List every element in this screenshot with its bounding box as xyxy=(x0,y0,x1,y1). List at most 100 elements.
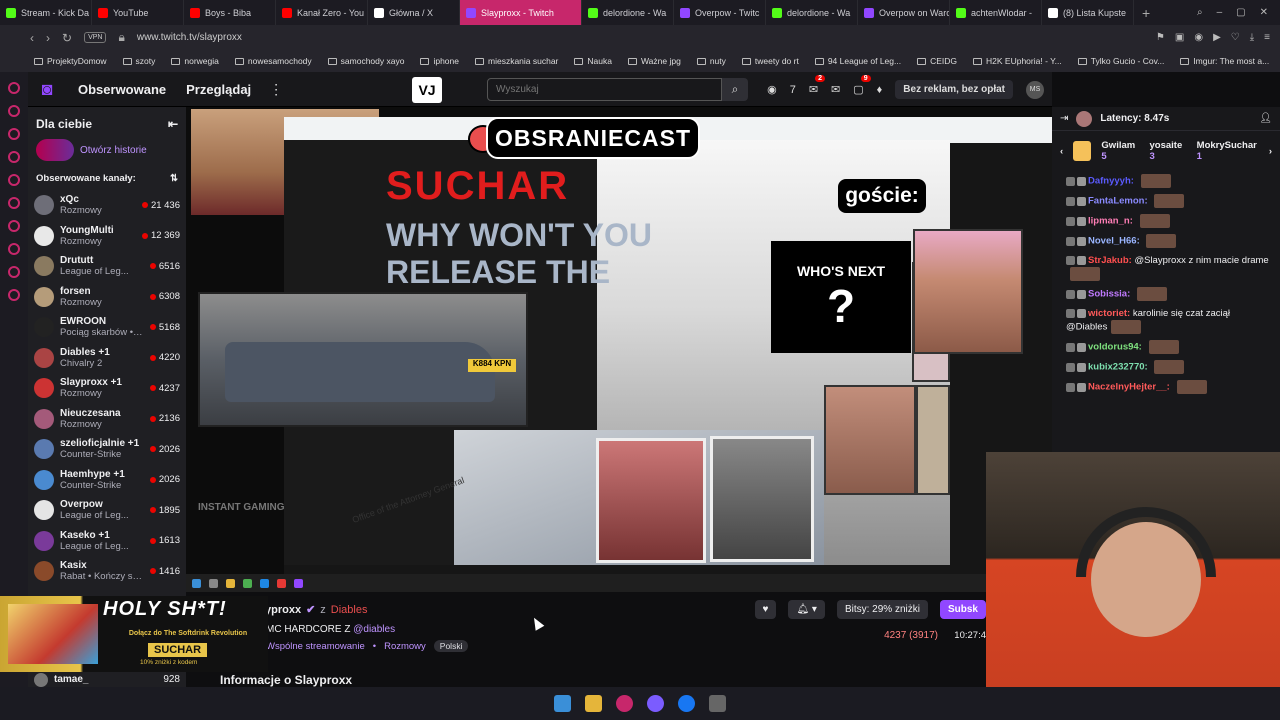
facebook-icon[interactable] xyxy=(678,695,695,712)
browser-tab[interactable]: Slayproxx - Twitch xyxy=(460,0,582,25)
collapse-sidebar-icon[interactable]: ⇤ xyxy=(168,117,178,131)
windows-start-icon[interactable] xyxy=(554,695,571,712)
screenshot-icon[interactable]: ▣ xyxy=(1175,32,1184,43)
bot-icon[interactable]: ◉ xyxy=(767,83,777,96)
bookmark-item[interactable]: norwegia xyxy=(171,56,219,66)
browser-tab[interactable]: Kanał Zero - You xyxy=(276,0,368,25)
title-mention[interactable]: @diables xyxy=(353,624,395,635)
chat-username[interactable]: lipman_n: xyxy=(1088,216,1133,227)
chat-username[interactable]: voldorus94: xyxy=(1088,342,1142,353)
tag-language[interactable]: Polski xyxy=(433,640,469,652)
forward-icon[interactable]: › xyxy=(46,31,50,45)
bookmark-item[interactable]: H2K EUphoria! - Y... xyxy=(973,56,1062,66)
download-icon[interactable]: ⤓ xyxy=(1250,32,1254,43)
clock-icon[interactable] xyxy=(8,243,20,255)
chat-username[interactable]: kubix232770: xyxy=(1088,362,1148,373)
sort-icon[interactable]: ⇅ xyxy=(170,173,178,184)
camera-icon[interactable]: ◉ xyxy=(1194,32,1203,43)
chat-username[interactable]: Dafnyyyh: xyxy=(1088,176,1134,187)
chevron-left-icon[interactable]: ‹ xyxy=(1060,146,1063,157)
sidebar-channel[interactable]: YoungMulti Rozmowy 12 369 xyxy=(28,221,186,252)
crown-icon[interactable]: ♦ xyxy=(877,84,883,96)
sidebar-channel[interactable]: Haemhype +1 Counter-Strike 2026 xyxy=(28,465,186,496)
7tv-icon[interactable]: 7 xyxy=(790,84,796,96)
ad-free-button[interactable]: Bez reklam, bez opłat xyxy=(895,80,1013,99)
bookmark-item[interactable]: nowesamochody xyxy=(234,56,312,66)
search-icon[interactable]: ⌕ xyxy=(722,78,748,101)
tag-category[interactable]: Rozmowy xyxy=(384,641,426,652)
collapse-chat-icon[interactable]: ⇥ xyxy=(1060,113,1068,124)
sidebar-channel[interactable]: Overpow League of Leg... 1895 xyxy=(28,495,186,526)
search-input[interactable] xyxy=(487,78,722,101)
bookmark-item[interactable]: Ważne jpg xyxy=(627,56,681,66)
notifications-icon[interactable]: ▢ 9 xyxy=(853,75,871,96)
subscribe-button[interactable]: Subsk xyxy=(939,600,986,619)
mail-icon[interactable]: ✉ xyxy=(831,83,840,96)
opera-icon[interactable] xyxy=(616,695,633,712)
sidebar-channel[interactable]: Kaseko +1 League of Leg... 1613 xyxy=(28,526,186,557)
browser-tab[interactable]: (8) Lista Kupste xyxy=(1042,0,1134,25)
more-icon[interactable]: ⋮ xyxy=(269,81,283,98)
search-tabs-icon[interactable]: ⌕ xyxy=(1197,7,1203,18)
partner-channel[interactable]: Diables xyxy=(331,604,368,616)
new-tab-button[interactable]: + xyxy=(1134,5,1158,21)
gifter-entry[interactable]: Gwilam 5 xyxy=(1101,140,1139,162)
video-player[interactable]: Office of the Attorney General OBSRANIEC… xyxy=(186,107,1052,592)
menu-icon[interactable]: ≡ xyxy=(1264,32,1270,43)
channel-name[interactable]: yproxx xyxy=(265,604,301,616)
twitch-logo-icon[interactable]: ◙ xyxy=(36,78,58,100)
history-icon[interactable] xyxy=(8,105,20,117)
maximize-icon[interactable]: ▢ xyxy=(1236,7,1245,18)
cube-icon[interactable] xyxy=(8,266,20,278)
twitch-icon[interactable] xyxy=(8,197,20,209)
browser-tab[interactable]: delordione - Wa xyxy=(766,0,858,25)
sidebar-channel[interactable]: forsen Rozmowy 6308 xyxy=(28,282,186,313)
messenger-icon[interactable] xyxy=(647,695,664,712)
browser-tab[interactable]: delordione - Wa xyxy=(582,0,674,25)
chat-username[interactable]: wictoriet: xyxy=(1088,308,1130,319)
stories-row[interactable]: Otwórz historie xyxy=(28,137,186,169)
bookmark-item[interactable]: tweety do rt xyxy=(741,56,799,66)
chat-username[interactable]: Novel_H66: xyxy=(1088,236,1140,247)
mail-icon[interactable] xyxy=(8,151,20,163)
chat-username[interactable]: StrJakub: xyxy=(1088,255,1132,266)
play-icon[interactable]: ▶ xyxy=(1213,32,1221,43)
whatsapp-icon[interactable] xyxy=(8,128,20,140)
browser-tab[interactable]: Główna / X xyxy=(368,0,460,25)
messenger-icon[interactable] xyxy=(8,82,20,94)
sidebar-last-channel[interactable]: tamae_ 928 xyxy=(28,672,186,687)
close-icon[interactable]: ✕ xyxy=(1260,7,1268,18)
bookmark-item[interactable]: iphone xyxy=(420,56,459,66)
reload-icon[interactable]: ↻ xyxy=(62,31,72,45)
url-field[interactable]: www.twitch.tv/slayproxx xyxy=(137,32,242,43)
users-icon[interactable]: 👤︎ xyxy=(1259,113,1272,124)
sidebar-channel[interactable]: xQc Rozmowy 21 436 xyxy=(28,190,186,221)
bits-button[interactable]: Bitsy: 29% zniżki xyxy=(836,600,928,619)
sidebar-channel[interactable]: Nieuczesana Rozmowy 2136 xyxy=(28,404,186,435)
inbox-icon[interactable]: ✉ 2 xyxy=(809,75,826,96)
tag-collab[interactable]: Wspólne streamowanie xyxy=(266,641,365,652)
chat-username[interactable]: Sobissia: xyxy=(1088,289,1130,300)
browser-tab[interactable]: Overpow - Twitc xyxy=(674,0,766,25)
gifter-entry[interactable]: yosaite 3 xyxy=(1150,140,1187,162)
heart-icon[interactable]: ♡ xyxy=(1231,32,1240,43)
sidebar-channel[interactable]: EWROON Pociąg skarbów • P... 5168 xyxy=(28,312,186,343)
gear-icon[interactable] xyxy=(8,289,20,301)
nav-following[interactable]: Obserwowane xyxy=(78,82,166,97)
sidebar-channel[interactable]: szelioficjalnie +1 Counter-Strike 2026 xyxy=(28,434,186,465)
bookmark-item[interactable]: 94 League of Leg... xyxy=(814,56,901,66)
ad-banner[interactable]: HOLY SH*T! Dołącz do The Softdrink Revol… xyxy=(0,596,268,672)
bookmark-item[interactable]: Tylko Gucio - Cov... xyxy=(1077,56,1164,66)
chat-username[interactable]: NaczelnyHejter__: xyxy=(1088,382,1170,393)
bookmark-item[interactable]: samochody xayo xyxy=(327,56,404,66)
back-icon[interactable]: ‹ xyxy=(30,31,34,45)
bookmark-item[interactable]: ProjektyDomow xyxy=(34,56,107,66)
bookmark-item[interactable]: mieszkania suchar xyxy=(475,56,558,66)
bookmark-item[interactable]: nuty xyxy=(696,56,726,66)
gifter-entry[interactable]: MokrySuchar 1 xyxy=(1197,140,1259,162)
minimize-icon[interactable]: – xyxy=(1217,7,1223,18)
notification-bell-icon[interactable]: 🔔︎ ▾ xyxy=(788,600,825,619)
app-icon[interactable] xyxy=(709,695,726,712)
x-icon[interactable] xyxy=(8,220,20,232)
sidebar-channel[interactable]: Drututt League of Leg... 6516 xyxy=(28,251,186,282)
